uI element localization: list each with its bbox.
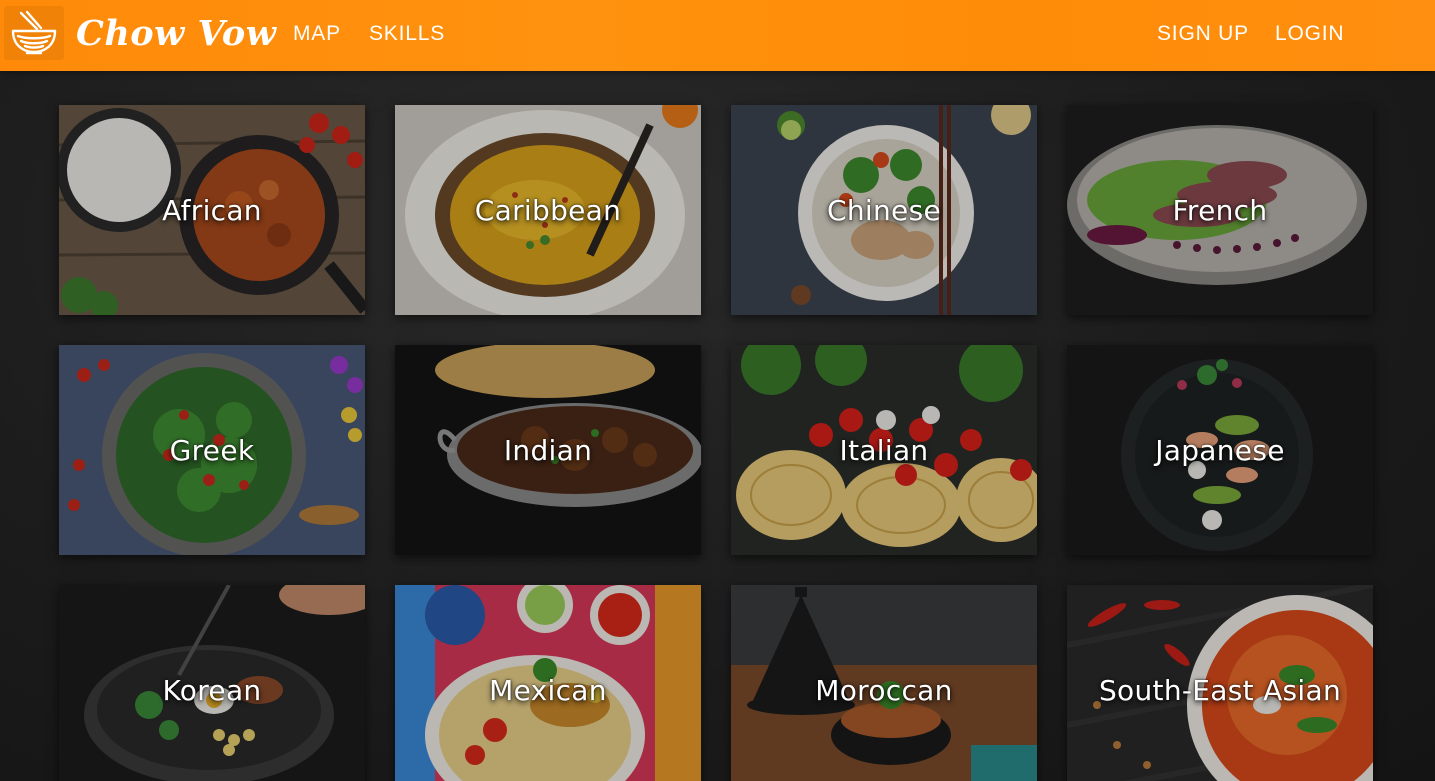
cuisine-card-south-east-asian[interactable]: South-East Asian — [1067, 585, 1373, 781]
cuisine-card-mexican[interactable]: Mexican — [395, 585, 701, 781]
cuisine-label: Moroccan — [815, 673, 953, 707]
cuisine-card-french[interactable]: French — [1067, 105, 1373, 315]
cuisine-label: Mexican — [489, 673, 607, 707]
cuisine-label: Chinese — [827, 193, 941, 227]
cuisine-label: Caribbean — [474, 193, 622, 227]
cuisine-card-korean[interactable]: Korean — [59, 585, 365, 781]
cuisine-card-indian[interactable]: Indian — [395, 345, 701, 555]
nav-skills-link[interactable]: SKILLS — [369, 22, 445, 46]
nav-map-link[interactable]: MAP — [293, 22, 341, 46]
cuisine-label: African — [162, 193, 262, 227]
cuisine-card-chinese[interactable]: Chinese — [731, 105, 1037, 315]
noodle-bowl-icon[interactable] — [4, 6, 64, 60]
cuisine-label: Italian — [839, 433, 929, 467]
nav-login-link[interactable]: LOGIN — [1275, 22, 1344, 46]
cuisine-card-greek[interactable]: Greek — [59, 345, 365, 555]
cuisine-card-japanese[interactable]: Japanese — [1067, 345, 1373, 555]
cuisine-label: Japanese — [1155, 433, 1285, 467]
cuisine-label: Greek — [169, 433, 255, 467]
nav-signup-link[interactable]: SIGN UP — [1157, 22, 1249, 46]
brand-title[interactable]: Chow Vow — [76, 12, 276, 56]
cuisine-label: French — [1172, 193, 1268, 227]
cuisine-card-caribbean[interactable]: Caribbean — [395, 105, 701, 315]
top-navbar: Chow Vow MAP SKILLS SIGN UP LOGIN — [0, 0, 1435, 71]
cuisine-card-italian[interactable]: Italian — [731, 345, 1037, 555]
cuisine-label: Korean — [162, 673, 262, 707]
cuisine-card-moroccan[interactable]: Moroccan — [731, 585, 1037, 781]
cuisine-card-african[interactable]: African — [59, 105, 365, 315]
cuisine-label: Indian — [503, 433, 593, 467]
cuisine-grid: African Caribbean Chinese French Greek I… — [0, 0, 1435, 781]
cuisine-label: South-East Asian — [1098, 673, 1342, 707]
